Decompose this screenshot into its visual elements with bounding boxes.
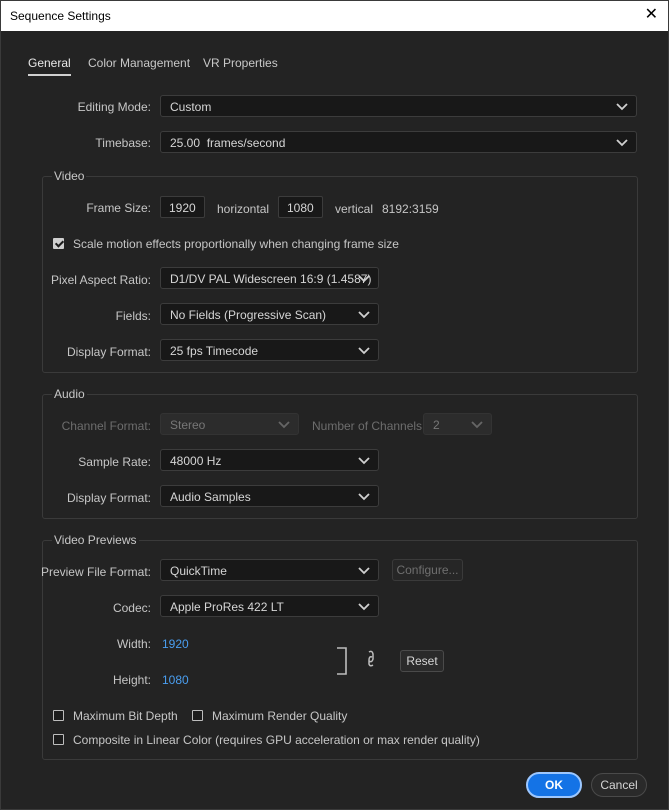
scale-motion-label: Scale motion effects proportionally when… bbox=[73, 237, 399, 251]
audio-group-label: Audio bbox=[52, 387, 87, 401]
timebase-value: 25.00 frames/second bbox=[170, 136, 286, 150]
fields-value: No Fields (Progressive Scan) bbox=[170, 308, 327, 322]
composite-linear-checkbox[interactable] bbox=[53, 734, 64, 745]
preview-file-format-label: Preview File Format: bbox=[40, 565, 151, 579]
aspect-ratio-readout: 8192:3159 bbox=[382, 202, 439, 216]
chevron-down-icon bbox=[278, 421, 290, 429]
audio-display-format-value: Audio Samples bbox=[170, 490, 251, 504]
frame-width-input[interactable]: 1920 bbox=[160, 196, 205, 218]
horizontal-label: horizontal bbox=[217, 202, 270, 216]
chevron-down-icon bbox=[358, 347, 370, 355]
video-display-format-value: 25 fps Timecode bbox=[170, 344, 259, 358]
chevron-down-icon bbox=[358, 275, 370, 283]
chevron-down-icon bbox=[358, 457, 370, 465]
timebase-label: Timebase: bbox=[95, 136, 151, 150]
chevron-down-icon bbox=[471, 421, 483, 429]
title-bar: Sequence Settings ✕ bbox=[1, 1, 668, 31]
editing-mode-value: Custom bbox=[170, 100, 212, 114]
chevron-down-icon bbox=[616, 103, 628, 111]
max-render-quality-label: Maximum Render Quality bbox=[212, 709, 348, 723]
pixel-aspect-ratio-label: Pixel Aspect Ratio: bbox=[50, 273, 151, 287]
chevron-down-icon bbox=[616, 139, 628, 147]
video-previews-group-label: Video Previews bbox=[52, 533, 139, 547]
max-bit-depth-checkbox[interactable] bbox=[53, 710, 64, 721]
frame-height-input[interactable]: 1080 bbox=[278, 196, 323, 218]
sequence-settings-dialog: Sequence Settings ✕ General Color Manage… bbox=[0, 0, 669, 810]
ok-button[interactable]: OK bbox=[526, 772, 582, 798]
link-bracket-icon bbox=[337, 647, 347, 675]
timebase-dropdown[interactable]: 25.00 frames/second bbox=[160, 131, 637, 153]
max-render-quality-checkbox[interactable] bbox=[192, 710, 203, 721]
tab-vr-properties[interactable]: VR Properties bbox=[203, 56, 278, 70]
channel-format-dropdown[interactable]: Stereo bbox=[160, 413, 299, 435]
number-of-channels-value: 2 bbox=[433, 418, 440, 432]
sample-rate-value: 48000 Hz bbox=[170, 454, 222, 468]
number-of-channels-dropdown[interactable]: 2 bbox=[423, 413, 492, 435]
pixel-aspect-ratio-value: D1/DV PAL Widescreen 16:9 (1.4587) bbox=[170, 272, 372, 286]
chevron-down-icon bbox=[358, 567, 370, 575]
cancel-button[interactable]: Cancel bbox=[591, 773, 647, 797]
channel-format-value: Stereo bbox=[170, 418, 206, 432]
tab-color-management[interactable]: Color Management bbox=[88, 56, 190, 70]
channel-format-label: Channel Format: bbox=[61, 419, 151, 433]
reset-button[interactable]: Reset bbox=[400, 650, 444, 672]
codec-label: Codec: bbox=[112, 601, 151, 615]
preview-width-label: Width: bbox=[116, 637, 151, 651]
sample-rate-label: Sample Rate: bbox=[78, 455, 151, 469]
preview-height-label: Height: bbox=[112, 673, 151, 687]
chevron-down-icon bbox=[358, 603, 370, 611]
audio-display-format-label: Display Format: bbox=[66, 491, 151, 505]
composite-linear-label: Composite in Linear Color (requires GPU … bbox=[73, 733, 480, 747]
sample-rate-dropdown[interactable]: 48000 Hz bbox=[160, 449, 379, 471]
video-group-label: Video bbox=[52, 169, 87, 183]
preview-file-format-dropdown[interactable]: QuickTime bbox=[160, 559, 379, 581]
configure-button[interactable]: Configure... bbox=[392, 559, 463, 581]
tab-general[interactable]: General bbox=[28, 56, 71, 76]
number-of-channels-label: Number of Channels: bbox=[312, 419, 426, 433]
close-icon[interactable]: ✕ bbox=[645, 6, 658, 24]
codec-dropdown[interactable]: Apple ProRes 422 LT bbox=[160, 595, 379, 617]
video-display-format-dropdown[interactable]: 25 fps Timecode bbox=[160, 339, 379, 361]
preview-height-value[interactable]: 1080 bbox=[162, 673, 189, 687]
scale-motion-checkbox[interactable] bbox=[53, 238, 64, 249]
frame-size-label: Frame Size: bbox=[86, 201, 151, 215]
codec-value: Apple ProRes 422 LT bbox=[170, 600, 284, 614]
editing-mode-label: Editing Mode: bbox=[77, 100, 151, 114]
dialog-title: Sequence Settings bbox=[10, 9, 111, 23]
fields-label: Fields: bbox=[115, 309, 151, 323]
chain-link-icon[interactable] bbox=[365, 650, 377, 668]
preview-width-value[interactable]: 1920 bbox=[162, 637, 189, 651]
audio-display-format-dropdown[interactable]: Audio Samples bbox=[160, 485, 379, 507]
pixel-aspect-ratio-dropdown[interactable]: D1/DV PAL Widescreen 16:9 (1.4587) bbox=[160, 267, 379, 289]
fields-dropdown[interactable]: No Fields (Progressive Scan) bbox=[160, 303, 379, 325]
vertical-label: vertical bbox=[335, 202, 374, 216]
chevron-down-icon bbox=[358, 311, 370, 319]
preview-file-format-value: QuickTime bbox=[170, 564, 227, 578]
max-bit-depth-label: Maximum Bit Depth bbox=[73, 709, 178, 723]
video-display-format-label: Display Format: bbox=[66, 345, 151, 359]
chevron-down-icon bbox=[358, 493, 370, 501]
editing-mode-dropdown[interactable]: Custom bbox=[160, 95, 637, 117]
